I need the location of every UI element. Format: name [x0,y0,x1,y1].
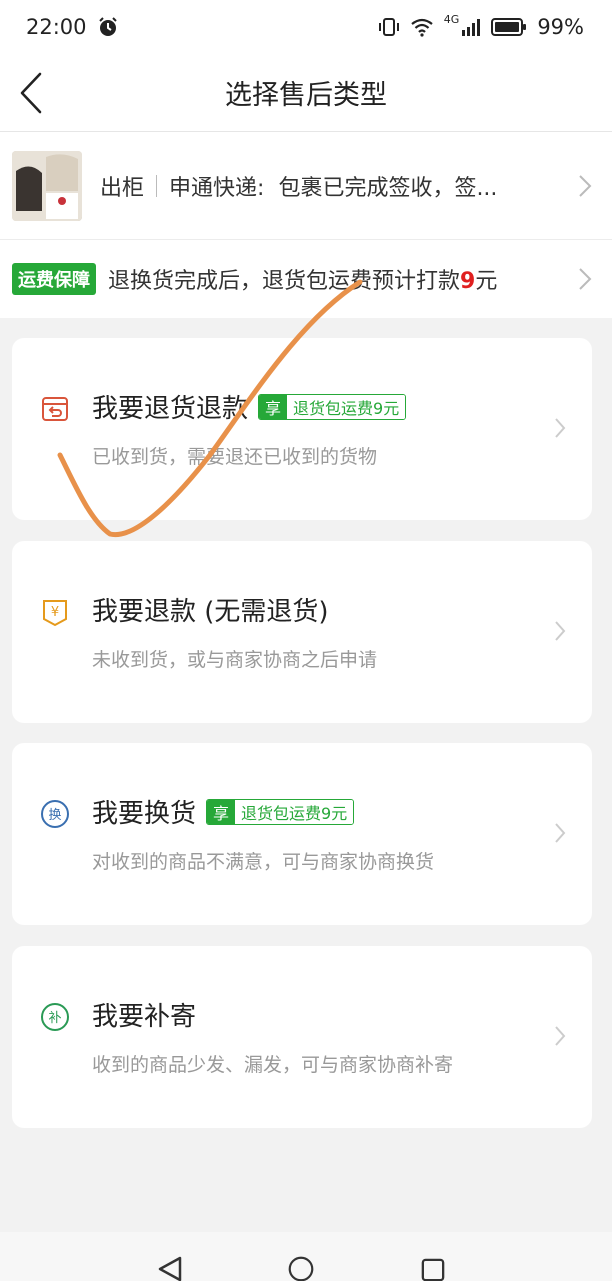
battery-icon [491,18,527,36]
chevron-right-icon [555,823,566,843]
chevron-right-icon [579,174,592,197]
chevron-right-icon [555,1026,566,1046]
option-return-refund[interactable]: 我要退货退款 享 退货包运费9元 已收到货，需要退还已收到的货物 [12,338,592,520]
system-nav-bar [0,1232,612,1281]
chevron-right-icon [579,268,592,290]
option-title: 我要换货 享 退货包运费9元 [92,793,355,830]
order-status: 出柜 [100,175,145,201]
page-title: 选择售后类型 [225,80,387,111]
order-info-row[interactable]: 出柜 申通快递: 包裹已完成签收，签... [0,132,612,240]
shipping-text: 退换货完成后，退货包运费预计打款9元 [108,263,497,295]
back-arrow-icon[interactable] [14,72,54,114]
shipping-unit: 元 [475,269,498,294]
perk-tag: 享 [207,799,236,824]
divider [156,174,158,197]
order-summary: 出柜 申通快递: 包裹已完成签收，签... [100,170,497,202]
perk-text: 退货包运费9元 [235,799,354,824]
shipping-badge: 运费保障 [12,263,96,295]
exchange-icon: 换 [41,800,69,828]
option-title-text: 我要退货退款 [92,394,249,424]
nav-home-icon[interactable] [286,1256,316,1281]
vibrate-icon [378,18,399,36]
perk-text: 退货包运费9元 [287,394,406,419]
option-exchange[interactable]: 换 我要换货 享 退货包运费9元 对收到的商品不满意，可与商家协商换货 [12,743,592,925]
option-title: 我要退货退款 享 退货包运费9元 [92,388,407,425]
shipping-guarantee-row[interactable]: 运费保障 退换货完成后，退货包运费预计打款9元 [0,240,612,318]
status-time: 22:00 [26,15,87,39]
option-title-text: 我要换货 [92,799,197,829]
status-bar: 22:00 4G 99% [0,0,612,54]
network-type: 4G [443,12,460,26]
courier-name: 申通快递: [169,175,265,201]
freight-perk-badge: 享 退货包运费9元 [206,798,355,825]
exchange-glyph: 换 [48,808,61,823]
refund-yen-icon: ¥ [43,600,67,627]
option-title: 我要补寄 [92,996,196,1033]
return-box-icon [42,397,68,421]
freight-perk-badge: 享 退货包运费9元 [258,393,407,420]
signal-icon [462,19,481,36]
shipping-desc: 退换货完成后，退货包运费预计打款 [108,269,461,294]
option-title-text: 我要退款 (无需退货) [92,597,329,627]
option-subtitle: 对收到的商品不满意，可与商家协商换货 [92,851,435,873]
perk-tag: 享 [259,394,288,419]
option-subtitle: 未收到货，或与商家协商之后申请 [92,649,378,671]
wifi-icon [411,18,433,37]
nav-back-icon[interactable] [156,1256,184,1281]
battery-level: 99% [537,15,584,39]
option-subtitle: 已收到货，需要退还已收到的货物 [92,446,378,468]
option-subtitle: 收到的商品少发、漏发，可与商家协商补寄 [92,1054,454,1076]
chevron-right-icon [555,621,566,641]
resend-glyph: 补 [48,1011,61,1026]
status-left: 22:00 [26,15,119,39]
alarm-icon [98,17,117,36]
option-title: 我要退款 (无需退货) [92,591,329,628]
option-refund-only[interactable]: ¥ 我要退款 (无需退货) 未收到货，或与商家协商之后申请 [12,541,592,723]
product-thumbnail [12,150,82,221]
option-title-text: 我要补寄 [92,1002,197,1032]
status-right: 4G 99% [378,12,584,39]
chevron-right-icon [555,418,566,438]
svg-text:¥: ¥ [51,605,59,620]
shipping-amount: 9 [460,269,476,294]
resend-icon: 补 [41,1003,69,1031]
tracking-status: 包裹已完成签收，签... [278,175,498,201]
option-resend[interactable]: 补 我要补寄 收到的商品少发、漏发，可与商家协商补寄 [12,946,592,1128]
nav-recents-icon[interactable] [420,1258,446,1281]
page-header: 选择售后类型 [0,54,612,132]
